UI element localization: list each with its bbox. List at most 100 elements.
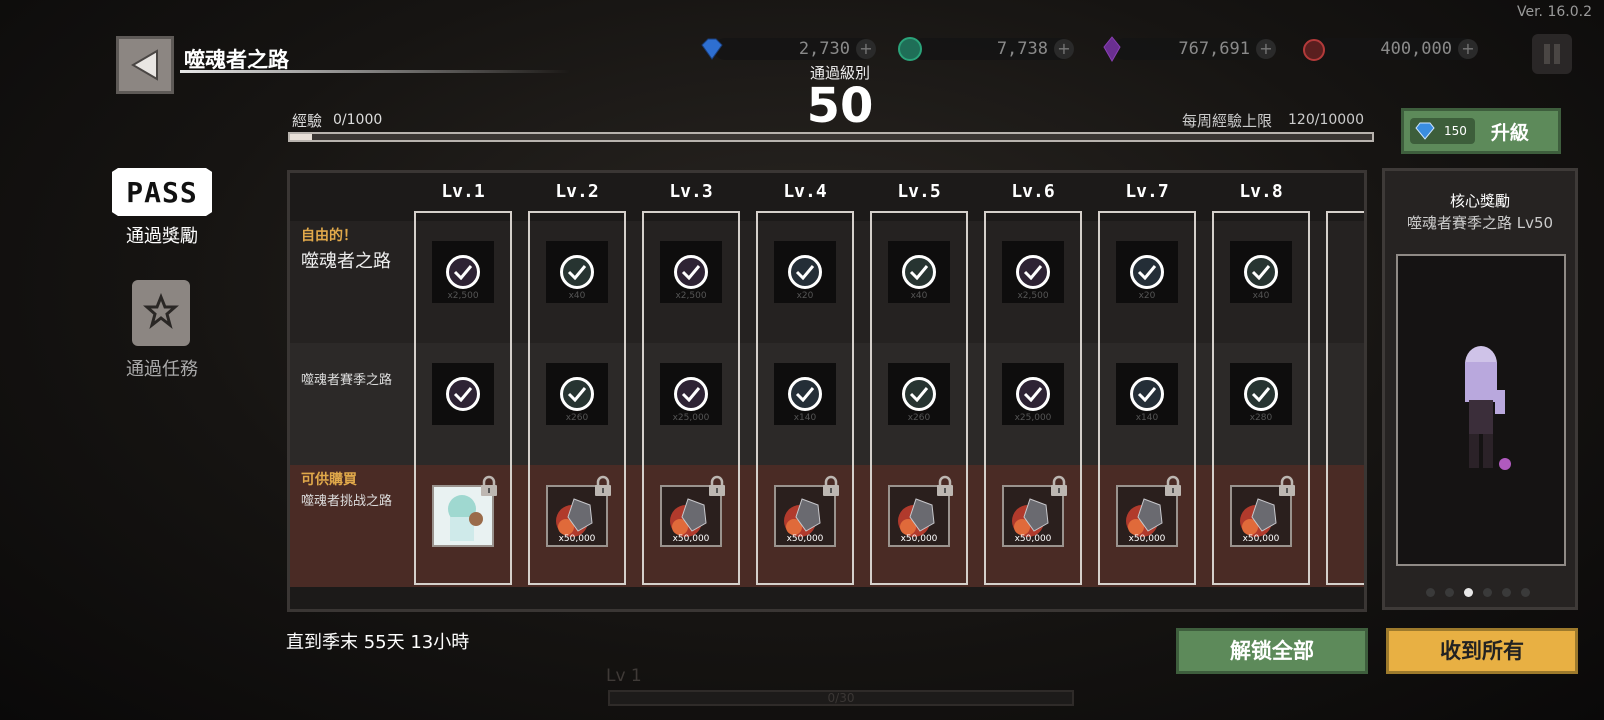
reward-quantity: x140 — [1135, 413, 1159, 423]
carousel-dot[interactable] — [1426, 588, 1435, 597]
upgrade-cost-value: 150 — [1444, 124, 1467, 138]
lock-icon — [823, 475, 839, 496]
exp-progress-fill — [290, 134, 312, 140]
check-icon — [788, 255, 822, 289]
pause-icon — [1544, 44, 1560, 64]
tab-pass-missions-label[interactable]: 通過任務 — [110, 355, 214, 381]
check-icon — [674, 377, 708, 411]
check-icon — [560, 377, 594, 411]
carousel-dot[interactable] — [1483, 588, 1492, 597]
free-reward-claimed[interactable]: x40 — [888, 241, 950, 303]
reward-quantity: x25,000 — [672, 413, 710, 423]
level-header: Lv.7 — [1125, 181, 1169, 202]
add-currency-button[interactable]: + — [1054, 39, 1074, 59]
tab-pass-rewards-label[interactable]: 通過獎勵 — [110, 222, 214, 248]
currency-soul: 400,000 + — [1300, 36, 1478, 62]
carousel-dot[interactable] — [1502, 588, 1511, 597]
free-reward-claimed[interactable]: x40 — [1230, 241, 1292, 303]
carousel-dot[interactable] — [1445, 588, 1454, 597]
pause-button[interactable] — [1532, 34, 1572, 74]
diamond-icon — [1415, 122, 1435, 140]
core-reward-subtitle: 噬魂者賽季之路 Lv50 — [1406, 214, 1554, 232]
reward-quantity: x50,000 — [558, 534, 596, 544]
premium-reward-locked[interactable] — [432, 475, 497, 547]
premium-reward-locked[interactable]: x50,000 — [888, 475, 953, 547]
tab-pass-rewards[interactable]: PASS — [112, 168, 212, 216]
core-reward-preview[interactable] — [1396, 254, 1566, 566]
check-icon — [1244, 255, 1278, 289]
level-header: Lv.5 — [897, 181, 941, 202]
collect-all-button[interactable]: 收到所有 — [1386, 628, 1578, 674]
lock-icon — [1279, 475, 1295, 496]
check-icon — [1016, 377, 1050, 411]
lock-icon — [1051, 475, 1067, 496]
level-column: x2,500 x25,000 x50,000 — [642, 211, 740, 585]
premium-track-name: 噬魂者挑战之路 — [301, 494, 393, 509]
free-reward-claimed[interactable]: x2,500 — [1002, 241, 1064, 303]
season-reward-claimed[interactable]: x25,000 — [660, 363, 722, 425]
bottom-progress-bar: 0/30 — [608, 690, 1074, 706]
free-reward-claimed[interactable]: x20 — [1116, 241, 1178, 303]
pass-tab-text: PASS — [126, 175, 198, 209]
lock-icon — [481, 475, 497, 496]
season-reward-claimed[interactable]: x260 — [888, 363, 950, 425]
premium-reward-locked[interactable]: x50,000 — [1002, 475, 1067, 547]
diamond-icon — [701, 38, 723, 60]
add-currency-button[interactable]: + — [1458, 39, 1478, 59]
season-track-name: 噬魂者賽季之路 — [301, 373, 393, 388]
weekly-exp-value: 120/10000 — [1288, 112, 1364, 128]
currency-value: 767,691 — [1178, 39, 1250, 59]
premium-reward-locked[interactable]: x50,000 — [774, 475, 839, 547]
tab-pass-missions[interactable] — [132, 280, 190, 346]
reward-quantity: x260 — [907, 413, 931, 423]
lock-icon — [937, 475, 953, 496]
exp-progress-bar — [288, 132, 1374, 142]
carousel-dot[interactable] — [1521, 588, 1530, 597]
carousel-dots[interactable] — [1426, 588, 1530, 597]
season-reward-claimed[interactable]: x280 — [1230, 363, 1292, 425]
check-icon — [1244, 377, 1278, 411]
level-column: x20 x140 x50,000 — [1098, 211, 1196, 585]
reward-quantity: x50,000 — [900, 534, 938, 544]
reward-quantity: x140 — [793, 413, 817, 423]
unlock-all-button[interactable]: 解锁全部 — [1176, 628, 1368, 674]
reward-quantity: x280 — [1249, 413, 1273, 423]
season-reward-claimed[interactable]: x25,000 — [1002, 363, 1064, 425]
season-reward-claimed[interactable]: x140 — [1116, 363, 1178, 425]
add-currency-button[interactable]: + — [1256, 39, 1276, 59]
check-icon — [560, 255, 594, 289]
character-sprite-icon — [1465, 346, 1511, 470]
carousel-dot[interactable] — [1464, 588, 1473, 597]
free-reward-claimed[interactable]: x20 — [774, 241, 836, 303]
premium-reward-locked[interactable]: x50,000 — [546, 475, 611, 547]
season-reward-claimed[interactable] — [432, 363, 494, 425]
level-column: x2,500 x25,000 x50,000 — [984, 211, 1082, 585]
add-currency-button[interactable]: + — [856, 39, 876, 59]
free-reward-claimed[interactable]: x2,500 — [432, 241, 494, 303]
season-countdown: 直到季末 55天 13小時 — [286, 632, 470, 653]
check-icon — [1130, 377, 1164, 411]
season-reward-claimed[interactable]: x260 — [546, 363, 608, 425]
currency-value: 7,738 — [996, 39, 1048, 59]
level-column: x40 x280 x50,000 — [1212, 211, 1310, 585]
back-button[interactable] — [116, 36, 174, 94]
reward-quantity: x50,000 — [1128, 534, 1166, 544]
level-column-partial — [1326, 211, 1364, 585]
lock-icon — [709, 475, 725, 496]
check-icon — [446, 255, 480, 289]
crystal-icon — [1103, 36, 1121, 63]
exp-value: 0/1000 — [333, 112, 383, 128]
season-reward-claimed[interactable]: x140 — [774, 363, 836, 425]
premium-reward-locked[interactable]: x50,000 — [1230, 475, 1295, 547]
level-header: Lv.4 — [783, 181, 827, 202]
reward-quantity: x40 — [910, 291, 928, 301]
free-reward-claimed[interactable]: x40 — [546, 241, 608, 303]
check-icon — [446, 377, 480, 411]
level-column: x2,500 — [414, 211, 512, 585]
premium-reward-locked[interactable]: x50,000 — [660, 475, 725, 547]
premium-reward-locked[interactable]: x50,000 — [1116, 475, 1181, 547]
reward-quantity: x2,500 — [675, 291, 707, 301]
upgrade-button[interactable]: 150 升級 — [1401, 108, 1561, 154]
star-book-icon — [143, 293, 179, 329]
free-reward-claimed[interactable]: x2,500 — [660, 241, 722, 303]
